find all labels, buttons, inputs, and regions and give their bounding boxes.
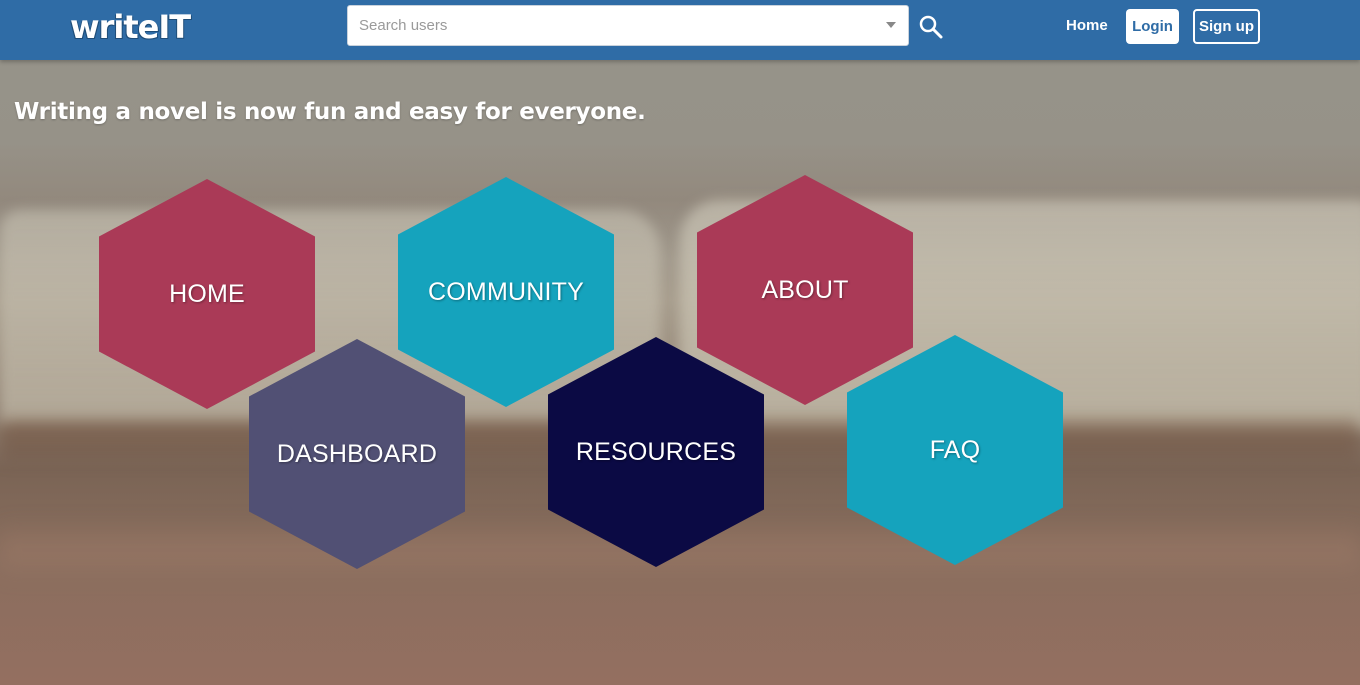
search-input[interactable] (348, 6, 868, 45)
chevron-down-icon[interactable] (886, 22, 896, 28)
tile-resources-label: RESOURCES (575, 437, 737, 466)
signup-button[interactable]: Sign up (1193, 9, 1260, 44)
tile-dashboard-label: DASHBOARD (276, 439, 438, 468)
nav-home-link[interactable]: Home (1066, 17, 1108, 34)
hero-tagline: Writing a novel is now fun and easy for … (14, 99, 646, 125)
search-icon[interactable] (918, 14, 944, 40)
tile-community-label: COMMUNITY (428, 277, 584, 306)
tile-about-label: ABOUT (761, 275, 849, 304)
search-box[interactable] (347, 5, 909, 46)
navbar: writeIT Home Login Sign up (0, 0, 1360, 60)
tile-faq-label: FAQ (929, 435, 981, 464)
login-button[interactable]: Login (1126, 9, 1179, 44)
logo[interactable]: writeIT (70, 8, 191, 46)
tile-home-label: HOME (169, 279, 245, 308)
